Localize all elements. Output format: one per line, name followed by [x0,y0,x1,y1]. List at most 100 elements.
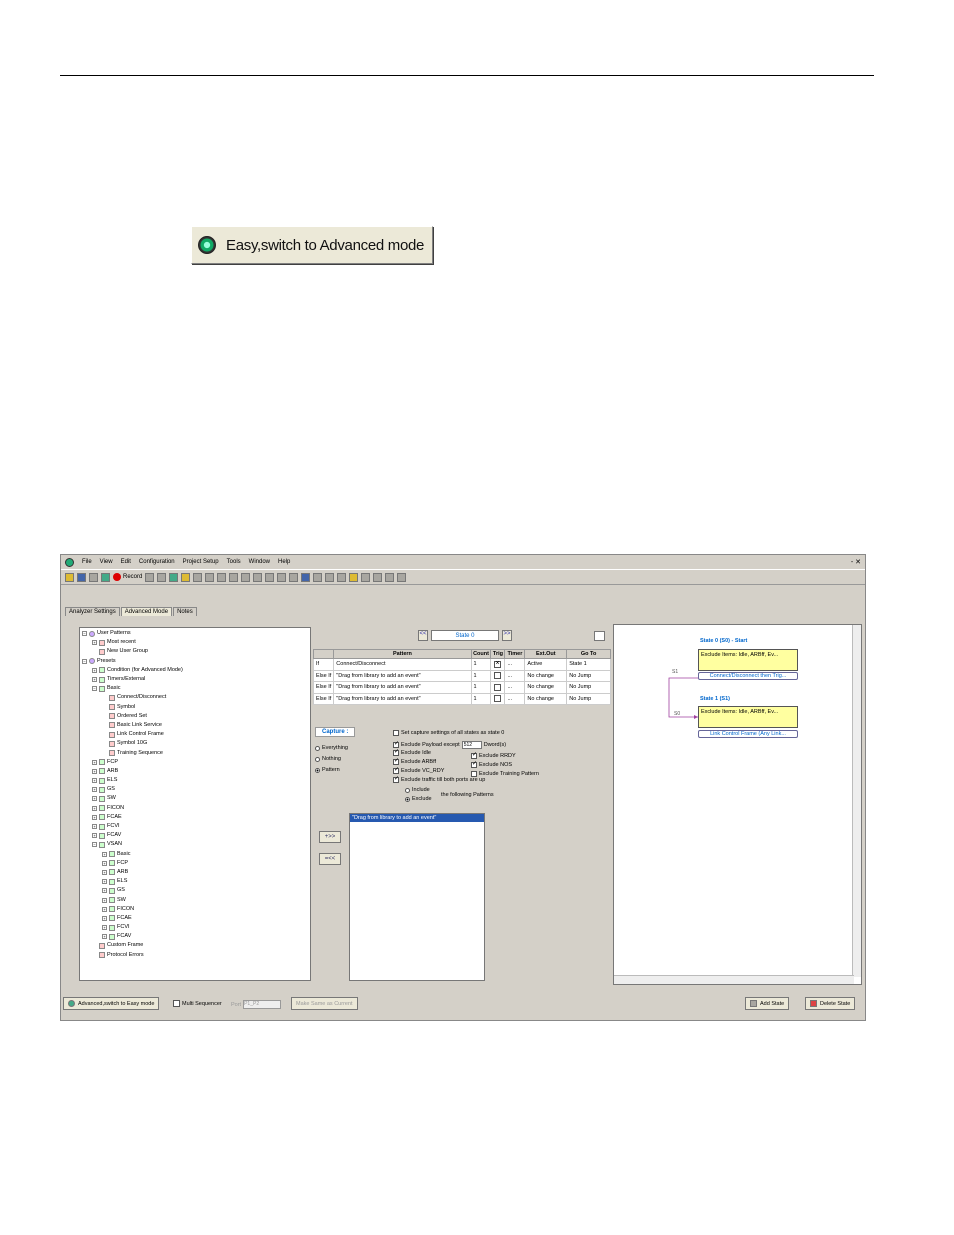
radio-pattern[interactable]: Pattern [315,767,340,773]
tree-node[interactable]: Connect/Disconnect [82,693,308,702]
list-item[interactable]: "Drag from library to add an event" [350,814,484,822]
cell-kind[interactable]: Else If [312,669,335,682]
tree-node[interactable]: + SW [82,895,308,904]
expand-toggle-icon[interactable]: + [92,805,97,811]
expand-toggle-icon[interactable]: + [92,778,97,784]
state1-box[interactable]: Exclude Items: Idle, ARBff, Ev... [698,706,798,728]
make-same-button[interactable]: Make Same as Current [291,997,358,1010]
color-icon[interactable] [349,572,359,582]
expand-toggle-icon[interactable]: + [102,934,107,940]
next-state-button[interactable]: >> [502,630,512,641]
tree-node[interactable]: Symbol [82,703,308,712]
trigger-checkbox[interactable] [494,672,502,680]
table-row[interactable]: Else If "Drag from library to add an even… [312,669,611,682]
cell-goto[interactable]: No Jump [566,692,611,705]
state1-link[interactable]: Link Control Frame (Any Link... [698,730,798,738]
tree-node[interactable]: + FCAV [82,932,308,941]
exclude-traffic-checkbox[interactable]: Exclude traffic till both ports are up [393,775,485,783]
multi-sequencer-checkbox[interactable]: Multi Sequencer [173,1000,222,1007]
pattern-library-tree[interactable]: − User Patterns + Most recent New User Group… [79,627,311,981]
expand-toggle-icon[interactable]: + [102,888,107,894]
radio-nothing[interactable]: Nothing [315,756,341,762]
state0-box[interactable]: Exclude Items: Idle, ARBff, Ev... [698,649,798,671]
expand-toggle-icon[interactable]: + [102,851,107,857]
table-row[interactable]: Else If "Drag from library to add an even… [312,692,611,705]
radio-everything[interactable]: Everything [315,745,348,751]
cell-trig[interactable] [490,658,506,671]
capture-icon[interactable] [301,572,311,582]
tree-node[interactable]: + FCAV [82,831,308,840]
exclude-training-checkbox[interactable]: Exclude Training Pattern [471,771,539,777]
easy-advanced-mode-button[interactable]: Easy,switch to Advanced mode [191,226,433,264]
expand-toggle-icon[interactable]: + [102,860,107,866]
expand-toggle-icon[interactable]: + [102,906,107,912]
menu-file[interactable]: File [82,559,92,565]
expand-toggle-icon[interactable]: + [102,897,107,903]
tree-node[interactable]: − VSAN [82,840,308,849]
diagram-vertical-scrollbar[interactable] [852,625,861,977]
tree-node[interactable]: New User Group [82,647,308,656]
exclude-idle-checkbox[interactable]: Exclude Idle [393,748,431,756]
table-row[interactable]: If Connect/Disconnect 1... Active State 1 [312,658,611,671]
expand-toggle-icon[interactable]: + [102,925,107,931]
number-2-icon[interactable] [397,572,407,582]
expand-toggle-icon[interactable]: − [92,686,97,692]
cell-timer[interactable]: ... [504,669,526,682]
state-diagram[interactable]: State 0 (S0) - Start Exclude Items: Idle… [613,624,862,985]
cell-timer[interactable]: ... [504,692,526,705]
tree-node[interactable]: + FCAE [82,813,308,822]
cell-timer[interactable]: ... [504,658,526,671]
cell-count[interactable]: 1 [470,681,492,694]
zoom-in-icon[interactable] [313,572,323,582]
tree-node[interactable]: + FICON [82,804,308,813]
set-all-checkbox[interactable]: Set capture settings of all states as st… [393,730,504,736]
tree-node[interactable]: + GS [82,886,308,895]
prev-state-button[interactable]: << [418,630,428,641]
trigger-checkbox[interactable] [494,660,502,668]
tree-node[interactable]: Training Sequence [82,748,308,757]
grid-icon[interactable] [253,572,263,582]
open-icon[interactable] [65,572,74,582]
tree-node[interactable]: + Most recent [82,638,308,647]
tree-node[interactable]: Ordered Set [82,712,308,721]
tree-node[interactable]: + FCVI [82,822,308,831]
expand-toggle-icon[interactable]: + [92,796,97,802]
expand-toggle-icon[interactable]: + [92,640,97,646]
tree-node[interactable]: Basic Link Service [82,721,308,730]
cell-count[interactable]: 1 [470,658,492,671]
tree-node[interactable]: − Presets [82,657,308,666]
cell-trig[interactable] [490,692,506,705]
tree-node[interactable]: − User Patterns [82,629,308,638]
port-dropdown[interactable]: P1_P2 [243,1000,282,1009]
expand-toggle-icon[interactable]: + [92,833,97,839]
link-icon[interactable] [361,572,371,582]
expand-toggle-icon[interactable]: − [82,658,87,664]
tree-node[interactable]: + GS [82,785,308,794]
cell-pattern[interactable]: Connect/Disconnect [333,658,472,671]
tree-node[interactable]: + Basic [82,850,308,859]
add-pattern-button[interactable]: +>> [319,831,341,843]
state0-link[interactable]: Connect/Disconnect then Trig... [698,672,798,680]
cell-goto[interactable]: State 1 [566,658,611,671]
tree-node[interactable]: Symbol 10G [82,739,308,748]
radio-include[interactable]: Include [405,787,430,793]
cell-pattern[interactable]: "Drag from library to add an event" [333,669,472,682]
menu-configuration[interactable]: Configuration [139,559,175,565]
tree-node[interactable]: Protocol Errors [82,951,308,960]
save-icon[interactable] [77,572,86,582]
excluded-pattern-list[interactable]: "Drag from library to add an event" [349,813,485,981]
expand-toggle-icon[interactable]: − [82,631,87,637]
tree-node[interactable]: + ELS [82,877,308,886]
menu-view[interactable]: View [100,559,113,565]
cell-kind[interactable]: Else If [312,681,335,694]
menu-window[interactable]: Window [249,559,270,565]
exclude-payload-checkbox[interactable]: Exclude Payload except512Dword(s) [393,740,506,749]
menu-project-setup[interactable]: Project Setup [183,559,219,565]
properties-icon[interactable] [89,572,98,582]
payload-dword-input[interactable]: 512 [461,741,482,749]
tree-node[interactable]: + ELS [82,776,308,785]
tree-node[interactable]: + FCVI [82,923,308,932]
cell-goto[interactable]: No Jump [566,681,611,694]
port-select[interactable]: Port P1_P2 [231,1000,282,1009]
tab-advanced-mode[interactable]: Advanced Mode [120,607,173,616]
